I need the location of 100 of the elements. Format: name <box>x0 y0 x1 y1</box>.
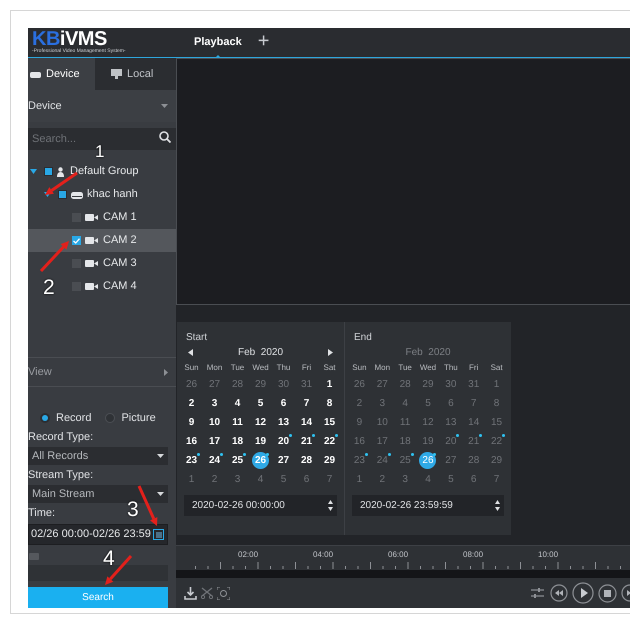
weekday-label: Tue <box>397 362 413 374</box>
timeline[interactable]: 02:00 04:00 06:00 08:00 10:00 <box>176 545 630 578</box>
dropdown[interactable]: Main Stream <box>28 485 168 503</box>
calendar-day[interactable]: 14 <box>298 414 315 431</box>
camera-icon <box>85 260 99 267</box>
caret-icon <box>161 104 168 108</box>
time-field[interactable]: 02/26 00:00-02/26 23:59 <box>28 524 168 545</box>
add-tab-button[interactable]: + <box>258 31 270 54</box>
tree-item[interactable]: CAM 1 <box>58 206 139 229</box>
time-label: 04:00 <box>313 549 334 561</box>
calendar-day[interactable]: 3 <box>229 471 246 488</box>
radio-option[interactable]: Picture <box>105 410 156 426</box>
view-section-header[interactable]: View <box>28 357 176 387</box>
calendar-day[interactable]: 29 <box>321 452 338 469</box>
tree-item[interactable]: Default Group <box>30 160 140 183</box>
radio-option[interactable]: Record <box>40 410 92 426</box>
calendar-day[interactable]: 26 <box>252 452 269 469</box>
tree-item[interactable]: CAM 2 <box>28 229 176 252</box>
calendar-day[interactable]: 26 <box>183 376 200 393</box>
calendar-day[interactable]: 19 <box>252 433 269 450</box>
calendar-day[interactable]: 7 <box>298 395 315 412</box>
calendar-day[interactable]: 22 <box>321 433 338 450</box>
calendar-day[interactable]: 6 <box>298 471 315 488</box>
calendar-day[interactable]: 17 <box>206 433 223 450</box>
field-label: Record Type: <box>28 430 94 445</box>
calendar-day[interactable]: 25 <box>229 452 246 469</box>
calendar-day[interactable]: 4 <box>252 471 269 488</box>
calendar-day[interactable]: 30 <box>275 376 292 393</box>
weekday-label: Fri <box>300 362 312 374</box>
time-label: 08:00 <box>463 549 484 561</box>
calendar-day[interactable]: 15 <box>321 414 338 431</box>
field-label: Time: <box>28 506 56 521</box>
calendar-day[interactable]: 13 <box>275 414 292 431</box>
calendar-day[interactable]: 29 <box>252 376 269 393</box>
weekday-label: Fri <box>468 362 480 374</box>
calendar-day[interactable]: 20 <box>275 433 292 450</box>
time-label: 02:00 <box>238 549 258 561</box>
checkbox[interactable] <box>72 236 81 245</box>
calendar-day[interactable]: 28 <box>229 376 246 393</box>
person-icon <box>57 166 66 176</box>
calendar-day[interactable]: 16 <box>183 433 200 450</box>
calendar-day[interactable]: 9 <box>183 414 200 431</box>
sidebar-tab[interactable]: Local <box>95 58 176 90</box>
play-button[interactable] <box>572 582 594 604</box>
rewind-button[interactable] <box>550 584 568 602</box>
calendar-day[interactable]: 27 <box>206 376 223 393</box>
calendar-title: Start <box>185 331 208 344</box>
calendar-day[interactable]: 27 <box>275 452 292 469</box>
search-icon <box>159 131 171 143</box>
calendar-day[interactable]: 7 <box>321 471 338 488</box>
calendar-day[interactable]: 5 <box>252 395 269 412</box>
tree-item[interactable]: CAM 3 <box>58 252 139 275</box>
device-icon <box>30 70 41 78</box>
monitor-icon <box>111 69 122 79</box>
calendar-day[interactable]: 31 <box>298 376 315 393</box>
calendar-day[interactable]: 4 <box>229 395 246 412</box>
search-button[interactable]: Search <box>28 587 168 608</box>
calendar-day[interactable]: 12 <box>252 414 269 431</box>
weekday-label: Mon <box>206 362 224 374</box>
calendar-button[interactable] <box>153 529 164 540</box>
tree-item[interactable]: CAM 4 <box>58 275 139 298</box>
snapshot-icon <box>217 586 230 600</box>
weekday-label: Sun <box>351 362 368 374</box>
camera-icon <box>85 214 99 221</box>
dropdown[interactable]: All Records <box>28 447 168 465</box>
stop-button[interactable] <box>598 584 617 602</box>
checkbox[interactable] <box>44 167 53 176</box>
weekday-label: Wed <box>418 362 438 374</box>
calendar-day[interactable]: 2 <box>206 471 223 488</box>
weekday-label: Thu <box>276 362 292 374</box>
calendar-day[interactable]: 10 <box>206 414 223 431</box>
calendar-day[interactable]: 21 <box>298 433 315 450</box>
calendar-day[interactable]: 1 <box>321 376 338 393</box>
calendar-day[interactable]: 6 <box>275 395 292 412</box>
weekday-label: Thu <box>442 362 459 374</box>
time-label: 06:00 <box>388 549 408 561</box>
calendar-month: Feb 2020 <box>238 346 284 360</box>
chevron-right-icon <box>164 368 168 376</box>
step-number: 2 <box>43 277 55 298</box>
calendar-title: End <box>353 331 373 344</box>
weekday-label: Mon <box>373 362 392 374</box>
app-logo: KBiVMS <box>32 30 108 48</box>
calendar-day[interactable]: 28 <box>298 452 315 469</box>
calendar-day[interactable]: 3 <box>206 395 223 412</box>
checkbox[interactable] <box>58 190 67 199</box>
calendar-day[interactable]: 23 <box>183 452 200 469</box>
datetime-field[interactable]: 2020-02-26 00:00:00 <box>184 495 337 516</box>
spinner-icon <box>495 500 500 511</box>
camera-icon <box>85 237 99 244</box>
camera-icon <box>85 283 99 290</box>
calendar-day[interactable]: 18 <box>229 433 246 450</box>
calendar-day[interactable]: 1 <box>183 471 200 488</box>
calendar-day[interactable]: 5 <box>275 471 292 488</box>
calendar-day[interactable]: 24 <box>206 452 223 469</box>
calendar[interactable]: Start Feb 2020 Sun Mon Tue Wed Thu Fri Sat 26 27 28 29 30 31 1 2 3 4 5 6 7 8 9 10 11 12 13 14 15 16 17 18 19 20 21 22 23 24 25 26 27 28 29 1 2 3 4 5 6 7 2020-02-26 00:00:00 <box>177 322 344 535</box>
calendar-day[interactable]: 2 <box>183 395 200 412</box>
empty-field[interactable] <box>28 565 168 581</box>
calendar-day[interactable]: 8 <box>321 395 338 412</box>
calendar-day[interactable]: 11 <box>229 414 246 431</box>
device-icon <box>71 190 83 198</box>
